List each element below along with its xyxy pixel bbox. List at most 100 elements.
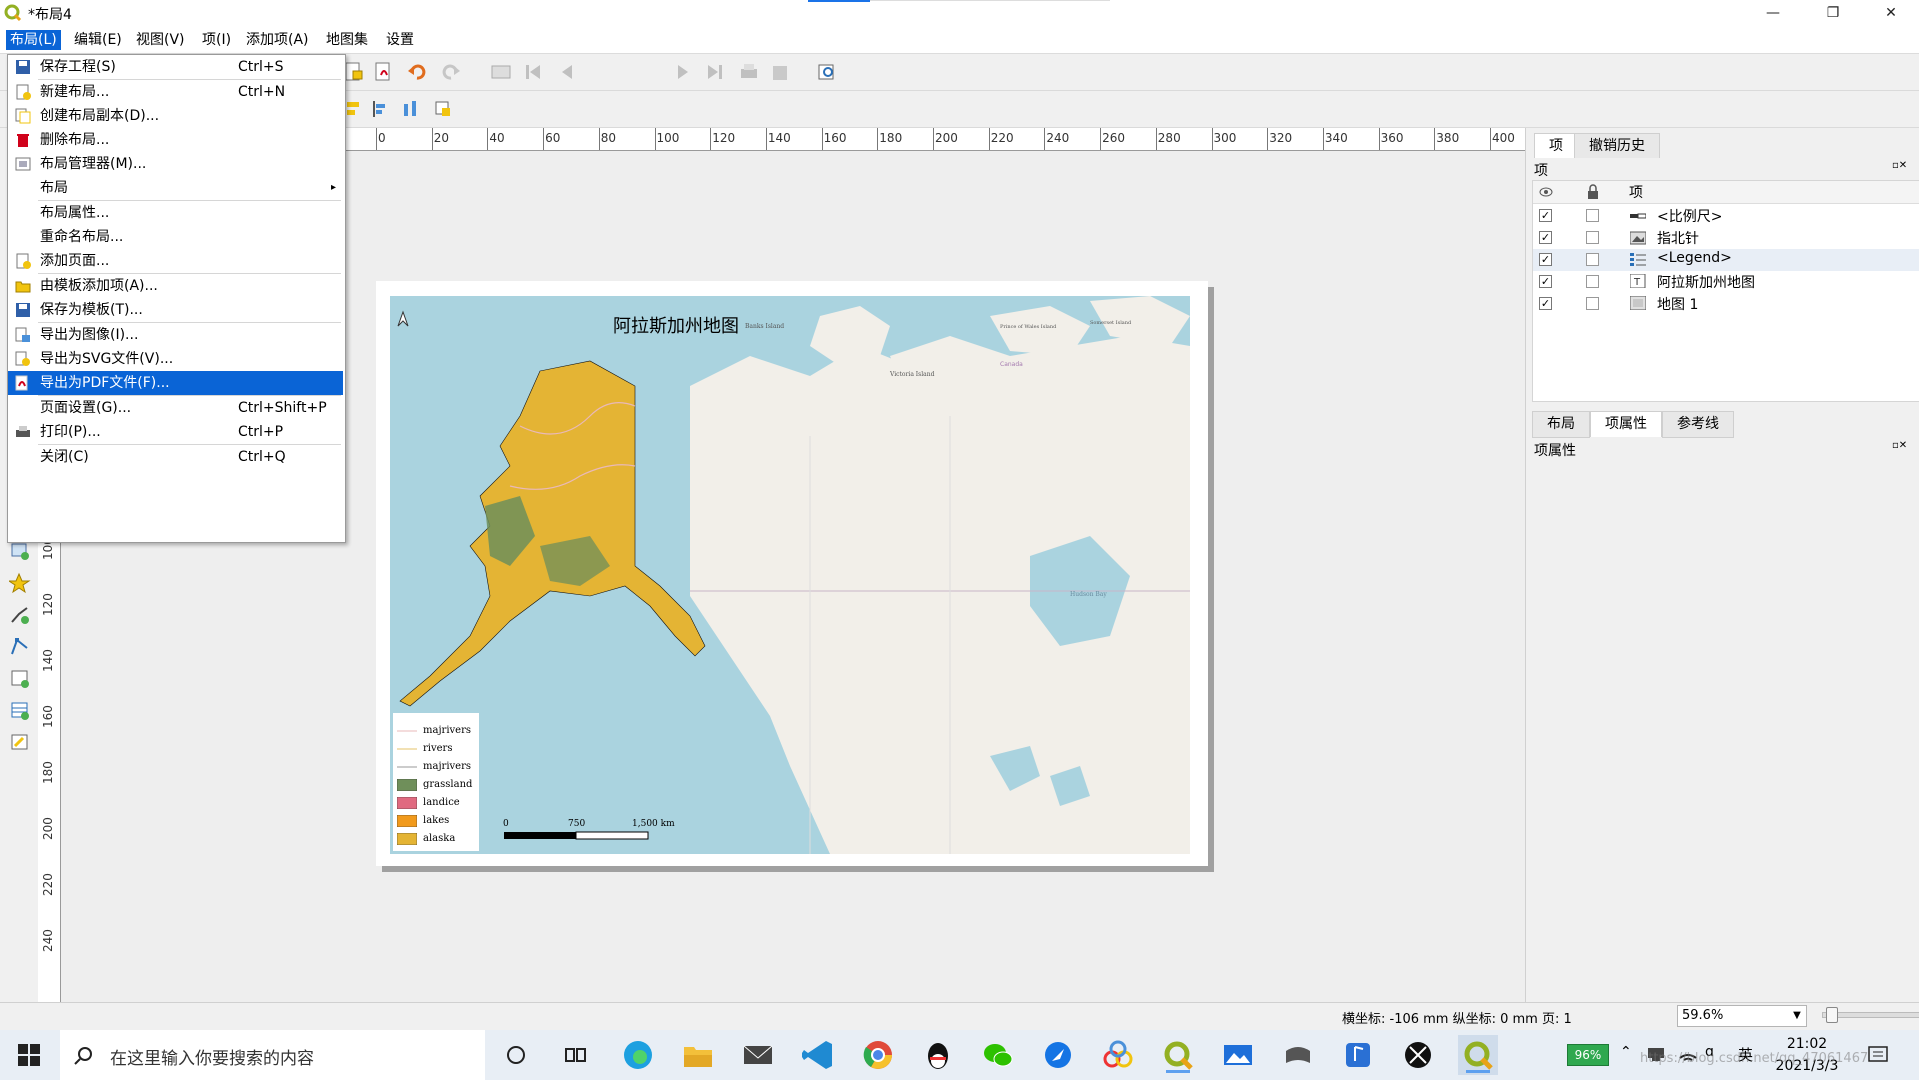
tab-item-properties[interactable]: 项属性 (1590, 411, 1662, 437)
menu-layout-manager[interactable]: 布局管理器(M)... (8, 152, 343, 176)
legend-item[interactable]: majrivers rivers majrivers grassland lan… (393, 713, 479, 851)
visibility-checkbox[interactable]: ✓ (1539, 231, 1552, 244)
menu-print[interactable]: 打印(P)... Ctrl+P (8, 420, 343, 444)
menu-layout-submenu[interactable]: 布局 ▸ (8, 176, 343, 200)
menu-item[interactable]: 项(I) (198, 30, 235, 50)
zoom-combobox[interactable]: 59.6% (1677, 1005, 1807, 1027)
game-icon[interactable] (1278, 1035, 1318, 1075)
distribute-icon[interactable] (370, 98, 392, 120)
qgis-active-taskbar-icon[interactable] (1458, 1035, 1498, 1075)
next-feature-icon[interactable] (672, 61, 694, 83)
lock-checkbox[interactable] (1586, 231, 1599, 244)
menu-add-pages[interactable]: 添加页面... (8, 249, 343, 273)
add-image-icon[interactable] (9, 540, 31, 562)
vscode-icon[interactable] (798, 1035, 838, 1075)
item-row[interactable]: ✓ 地图 1 (1533, 293, 1919, 315)
menu-save-as-template[interactable]: 保存为模板(T)... (8, 298, 343, 322)
mail-icon[interactable] (738, 1035, 778, 1075)
lock-checkbox[interactable] (1586, 297, 1599, 310)
menu-save-project[interactable]: 保存工程(S) Ctrl+S (8, 55, 343, 79)
add-attribute-table-icon[interactable] (9, 700, 31, 722)
tab-layout[interactable]: 布局 (1532, 411, 1590, 438)
align-left-icon[interactable] (344, 98, 366, 120)
export-atlas-icon[interactable] (770, 61, 792, 83)
redo-icon[interactable] (440, 61, 462, 83)
first-feature-icon[interactable] (522, 61, 544, 83)
visibility-checkbox[interactable]: ✓ (1539, 275, 1552, 288)
tab-items[interactable]: 项 (1534, 133, 1578, 158)
qgis-taskbar-icon[interactable] (1158, 1035, 1198, 1075)
visibility-checkbox[interactable]: ✓ (1539, 297, 1552, 310)
notification-icon[interactable] (1866, 1044, 1890, 1066)
menu-edit[interactable]: 编辑(E) (70, 30, 126, 50)
feishu-icon[interactable] (1038, 1035, 1078, 1075)
add-fixed-table-icon[interactable] (9, 732, 31, 754)
items-col-label: 项 (1629, 185, 1643, 201)
print-atlas-icon[interactable] (738, 61, 760, 83)
windows-start-icon[interactable] (18, 1044, 40, 1066)
cortana-icon[interactable] (505, 1044, 527, 1066)
add-html-icon[interactable] (9, 668, 31, 690)
task-view-icon[interactable] (564, 1044, 586, 1066)
lock-checkbox[interactable] (1586, 209, 1599, 222)
menu-delete-layout[interactable]: 删除布局... (8, 128, 343, 152)
menu-atlas[interactable]: 地图集 (322, 30, 372, 50)
menu-add-item[interactable]: 添加项(A) (242, 30, 313, 50)
export-pdf-icon[interactable] (372, 61, 394, 83)
menu-duplicate-layout[interactable]: 创建布局副本(D)... (8, 104, 343, 128)
wechat-icon[interactable] (978, 1035, 1018, 1075)
item-row[interactable]: ✓ T 阿拉斯加州地图 (1533, 271, 1919, 293)
atlas-preview-icon[interactable] (490, 61, 512, 83)
prev-feature-icon[interactable] (556, 61, 578, 83)
menu-rename-layout[interactable]: 重命名布局... (8, 225, 343, 249)
battery-indicator[interactable]: 96% (1567, 1044, 1609, 1066)
map-item[interactable]: Banks Island Victoria Island Prince of W… (390, 296, 1190, 854)
item-row[interactable]: ✓ <Legend> (1533, 249, 1919, 271)
undo-icon[interactable] (406, 61, 428, 83)
xbox-icon[interactable] (1398, 1035, 1438, 1075)
menu-settings[interactable]: 设置 (382, 30, 418, 50)
last-feature-icon[interactable] (704, 61, 726, 83)
baidu-netdisk-icon[interactable] (1098, 1035, 1138, 1075)
music-app-icon[interactable] (1338, 1035, 1378, 1075)
atlas-settings-icon[interactable] (816, 61, 838, 83)
lock-checkbox[interactable] (1586, 275, 1599, 288)
chevron-up-icon[interactable]: ⌃ (1620, 1044, 1632, 1060)
lock-checkbox[interactable] (1586, 253, 1599, 266)
menu-export-image[interactable]: 导出为图像(I)... (8, 323, 343, 347)
menu-layout-properties[interactable]: 布局属性... (8, 201, 343, 225)
minimize-button[interactable]: — (1750, 0, 1796, 27)
item-row[interactable]: ✓ <比例尺> (1533, 205, 1919, 227)
edge-app-icon[interactable] (618, 1035, 658, 1075)
tab-undo-history[interactable]: 撤销历史 (1574, 133, 1660, 158)
menu-layout[interactable]: 布局(L) (6, 30, 61, 50)
menu-view[interactable]: 视图(V) (132, 30, 189, 50)
add-north-arrow-icon[interactable] (9, 572, 31, 594)
menu-close[interactable]: 关闭(C) Ctrl+Q (8, 445, 343, 469)
file-explorer-icon[interactable] (678, 1035, 718, 1075)
float-panel-icon[interactable]: ▫✕ (1892, 160, 1907, 171)
ruler-tick-label: 240 (1046, 131, 1070, 145)
chevron-down-icon[interactable]: ▼ (1789, 1006, 1805, 1026)
menu-add-from-template[interactable]: 由模板添加项(A)... (8, 274, 343, 298)
close-button[interactable]: ✕ (1868, 0, 1914, 27)
visibility-checkbox[interactable]: ✓ (1539, 253, 1552, 266)
chrome-icon[interactable] (858, 1035, 898, 1075)
restore-button[interactable]: ❐ (1810, 0, 1856, 27)
tab-guides[interactable]: 参考线 (1662, 411, 1734, 438)
menu-page-setup[interactable]: 页面设置(G)... Ctrl+Shift+P (8, 396, 343, 420)
raise-icon[interactable] (432, 98, 454, 120)
add-polyline-icon[interactable] (9, 604, 31, 626)
menu-export-pdf[interactable]: 导出为PDF文件(F)... (8, 371, 343, 395)
visibility-checkbox[interactable]: ✓ (1539, 209, 1552, 222)
item-row[interactable]: ✓ 指北针 (1533, 227, 1919, 249)
edit-nodes-icon[interactable] (9, 636, 31, 658)
qq-icon[interactable] (918, 1035, 958, 1075)
taskbar-search[interactable]: 在这里输入你要搜索的内容 (60, 1030, 485, 1080)
menu-export-svg[interactable]: 导出为SVG文件(V)... (8, 347, 343, 371)
zoom-slider-handle[interactable] (1826, 1007, 1838, 1023)
float-panel-icon[interactable]: ▫✕ (1892, 440, 1907, 451)
resize-icon[interactable] (400, 98, 422, 120)
photos-icon[interactable] (1218, 1035, 1258, 1075)
menu-new-layout[interactable]: 新建布局... Ctrl+N (8, 80, 343, 104)
